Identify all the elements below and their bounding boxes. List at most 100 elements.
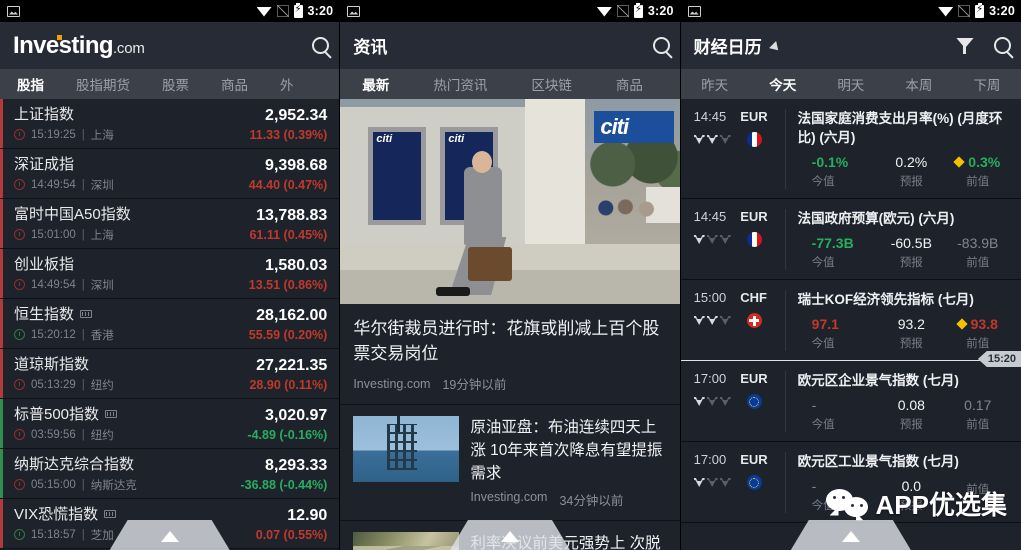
- table-row[interactable]: 深证成指 14:49:54 | 深圳 9,398.68 44.40 (0.47%…: [0, 149, 340, 199]
- calendar-title-dropdown[interactable]: 财经日历: [694, 33, 782, 58]
- importance-rating: [694, 397, 731, 406]
- flag-france-icon: [746, 232, 762, 247]
- value-previous: 0.17 前值: [945, 397, 1011, 432]
- logo-accent-dot: [57, 34, 62, 40]
- table-row[interactable]: 15:00 CHF 瑞士KOF经济领先指标 (七月) 97.1 今值 93.2 …: [680, 280, 1021, 367]
- search-icon[interactable]: [312, 37, 330, 54]
- image-icon: [347, 5, 361, 17]
- scroll-handle[interactable]: [449, 520, 570, 550]
- quote-price: 13,788.83: [256, 206, 328, 224]
- quote-market: 纽约: [90, 429, 114, 442]
- table-row[interactable]: 恒生指数 15:20:12 | 香港 28,162.00 55.59 (0.20…: [0, 299, 340, 349]
- table-row[interactable]: 上证指数 15:19:25 | 上海 2,952.34 11.33 (0.39%…: [0, 99, 340, 149]
- chevron-up-icon: [160, 531, 179, 542]
- wechat-watermark: APP优选集: [825, 485, 1007, 522]
- bull-icon: [720, 397, 731, 406]
- status-bar: 3:20: [680, 0, 1021, 22]
- quote-change: 55.59 (0.20%): [248, 327, 328, 342]
- actual-value: 97.1: [811, 316, 839, 332]
- status-bar-left: [7, 5, 20, 17]
- wifi-icon: [938, 7, 954, 17]
- bull-icon: [694, 135, 705, 144]
- value-forecast: 0.08 预报: [878, 397, 944, 432]
- tab-index-futures[interactable]: 股指期货: [60, 74, 146, 94]
- tab-latest[interactable]: 最新: [340, 74, 411, 94]
- quote-price: 1,580.03: [265, 256, 328, 274]
- list-item[interactable]: 原油亚盘：布油连续四天上涨 10年来首次降息有望提振需求 Investing.c…: [340, 405, 680, 521]
- event-currency: EUR: [740, 452, 768, 467]
- tab-tomorrow[interactable]: 明天: [833, 74, 868, 94]
- previous-label: 前值: [966, 338, 990, 350]
- tab-commodities[interactable]: 商品: [594, 74, 665, 94]
- image-icon: [7, 5, 20, 17]
- tab-stocks[interactable]: 股票: [146, 74, 205, 94]
- bull-icon: [707, 316, 718, 325]
- chevron-down-icon: [768, 40, 782, 54]
- tab-this-week[interactable]: 本周: [901, 74, 936, 94]
- quote-change: 13.51 (0.86%): [248, 277, 328, 292]
- table-row[interactable]: 创业板指 14:49:54 | 深圳 1,580.03 13.51 (0.86%…: [0, 249, 340, 299]
- status-bar-clock: 3:20: [989, 4, 1015, 18]
- status-bar: 3:20: [340, 0, 680, 22]
- quote-time: 15:18:57: [31, 528, 76, 541]
- tab-yesterday[interactable]: 昨天: [697, 74, 732, 94]
- tab-next-week[interactable]: 下周: [969, 74, 1004, 94]
- quote-price: 9,398.68: [265, 156, 328, 174]
- businessman: [464, 167, 503, 245]
- importance-rating: [694, 235, 731, 244]
- quote-change: -36.88 (-0.44%): [240, 477, 328, 492]
- signal-off-icon: [616, 5, 629, 17]
- tab-stock-index[interactable]: 股指: [0, 74, 60, 94]
- filter-icon[interactable]: [956, 38, 974, 54]
- table-row[interactable]: 标普500指数 03:59:56 | 纽约 3,020.97 -4.89 (-0…: [0, 399, 340, 449]
- wechat-icon: [825, 488, 868, 519]
- separator: |: [81, 228, 85, 241]
- quote-time: 05:13:29: [31, 378, 76, 391]
- lead-article[interactable]: 华尔街裁员进行时：花旗或削减上百个股票交易岗位 Investing.com 19…: [340, 304, 680, 405]
- quote-market: 芝加: [90, 529, 114, 542]
- table-row[interactable]: 17:00 EUR 欧元区企业景气指数 (七月) - 今值 0.08 预报 0.…: [680, 361, 1021, 442]
- flag-eu-icon: [746, 475, 762, 490]
- search-icon[interactable]: [993, 37, 1011, 54]
- clock-icon: [14, 529, 25, 540]
- table-row[interactable]: 14:45 EUR 法国政府预算(欧元) (六月) -77.3B 今值 -60.…: [680, 199, 1021, 280]
- tab-blockchain[interactable]: 区块链: [509, 74, 594, 94]
- forecast-value: 93.2: [897, 316, 925, 332]
- tab-bar-calendar[interactable]: 昨天 今天 明天 本周 下周: [680, 69, 1021, 99]
- quote-market: 深圳: [90, 179, 114, 192]
- tab-commodities[interactable]: 商品: [205, 74, 264, 94]
- bull-icon: [720, 135, 731, 144]
- tab-today[interactable]: 今天: [765, 74, 800, 94]
- clock-icon: [14, 129, 25, 140]
- value-actual: 97.1 今值: [798, 316, 878, 351]
- event-name: 欧元区工业景气指数 (七月): [797, 454, 959, 469]
- forecast-label: 预报: [899, 338, 923, 350]
- previous-label: 前值: [966, 419, 990, 431]
- tab-forex-partial[interactable]: 外: [264, 74, 310, 94]
- table-row[interactable]: 富时中国A50指数 15:01:00 | 上海 13,788.83 61.11 …: [0, 199, 340, 249]
- table-row[interactable]: 纳斯达克综合指数 05:15:00 | 纳斯达克 8,293.33 -36.88…: [0, 449, 340, 499]
- clock-icon: [14, 229, 25, 240]
- search-icon[interactable]: [652, 37, 670, 54]
- briefcase: [468, 247, 513, 281]
- separator: |: [81, 378, 85, 391]
- news-list: citi citi citi 华尔街裁员进行时：花旗或削减上百个股票交易岗位 I…: [340, 99, 680, 550]
- scroll-handle[interactable]: [109, 520, 230, 550]
- bull-icon: [694, 235, 705, 244]
- app-bar-calendar: 财经日历: [680, 22, 1021, 69]
- hero-image-citi-atm[interactable]: citi citi citi: [340, 99, 680, 304]
- table-row[interactable]: 道琼斯指数 05:13:29 | 纽约 27,221.35 28.90 (0.1…: [0, 349, 340, 399]
- quote-name: 标普500指数: [14, 405, 100, 423]
- tab-trending[interactable]: 热门资讯: [411, 74, 509, 94]
- scroll-handle[interactable]: [790, 520, 911, 550]
- quote-price: 27,221.35: [256, 356, 328, 374]
- table-row[interactable]: 14:45 EUR 法国家庭消费支出月率(%) (月度环比) (六月) -0.1…: [680, 99, 1021, 199]
- bull-icon: [707, 397, 718, 406]
- event-time: 17:00: [693, 371, 727, 386]
- quote-market: 上海: [90, 129, 114, 142]
- tab-bar-news[interactable]: 最新 热门资讯 区块链 商品: [340, 69, 680, 99]
- battery-charging-icon: [293, 2, 303, 18]
- forecast-label: 预报: [899, 257, 923, 269]
- bull-icon: [707, 478, 718, 487]
- tab-bar-markets[interactable]: 股指 股指期货 股票 商品 外: [0, 69, 340, 99]
